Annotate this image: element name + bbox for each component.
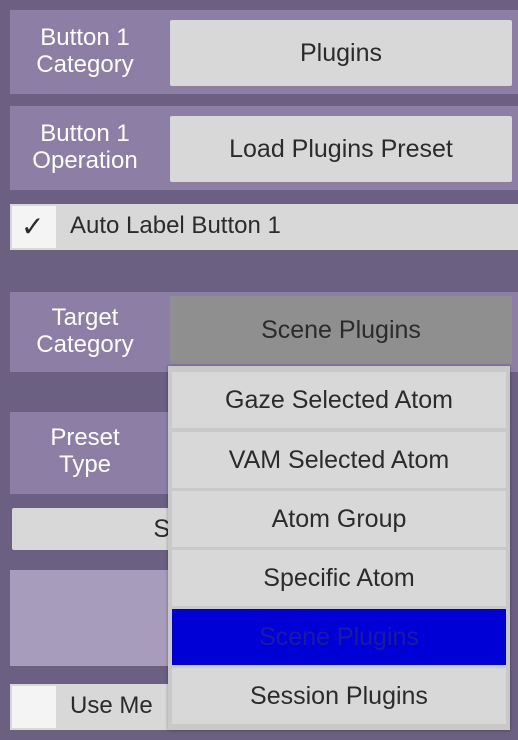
use-me-text: Use Me (70, 692, 153, 719)
preset-type-label: Preset Type (50, 424, 120, 478)
target-category-dropdown[interactable]: Scene Plugins (170, 296, 512, 364)
partial-panel (10, 570, 170, 666)
target-category-label: Target Category (36, 304, 134, 358)
auto-label-toggle[interactable]: ✓ Auto Label Button 1 (10, 204, 518, 250)
check-icon: ✓ (21, 210, 45, 243)
button-operation-label: Button 1 Operation (32, 120, 138, 174)
button-category-button[interactable]: Plugins (170, 20, 512, 86)
option-scene-plugins[interactable]: Scene Plugins (172, 609, 506, 665)
auto-label-text: Auto Label Button 1 (70, 212, 281, 239)
option-gaze-selected-atom[interactable]: Gaze Selected Atom (172, 372, 506, 428)
use-me-toggle[interactable]: Use Me (10, 684, 180, 730)
auto-label-checkbox[interactable]: ✓ (12, 206, 56, 248)
button-category-label: Button 1 Category (36, 24, 134, 78)
option-specific-atom[interactable]: Specific Atom (172, 550, 506, 606)
option-vam-selected-atom[interactable]: VAM Selected Atom (172, 432, 506, 488)
use-me-checkbox[interactable] (12, 686, 56, 728)
target-category-popup: Gaze Selected Atom VAM Selected Atom Ato… (168, 366, 510, 730)
option-session-plugins[interactable]: Session Plugins (172, 668, 506, 724)
partial-button[interactable]: S (12, 508, 182, 550)
option-atom-group[interactable]: Atom Group (172, 491, 506, 547)
button-operation-button[interactable]: Load Plugins Preset (170, 116, 512, 182)
